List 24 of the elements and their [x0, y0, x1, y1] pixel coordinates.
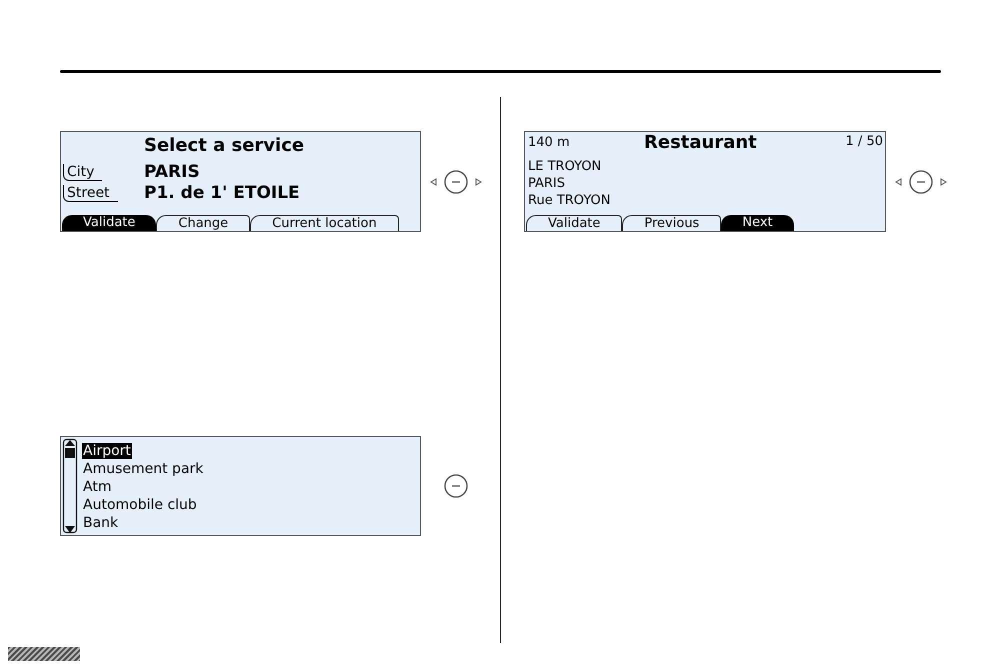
field-value: P1. de 1' ETOILE	[144, 183, 300, 204]
address-line: PARIS	[528, 176, 566, 191]
striped-tab-icon	[8, 647, 80, 661]
address-line: Rue TROYON	[528, 193, 611, 208]
distance-text: 140 m	[528, 135, 570, 150]
softkey-tab[interactable]: Current location	[250, 215, 399, 231]
list-item[interactable]: Airport	[82, 443, 132, 459]
list-item[interactable]: Bank	[82, 515, 120, 531]
softkey-tab[interactable]: Change	[156, 215, 250, 231]
list-item[interactable]: Amusement park	[82, 461, 204, 477]
field-value: PARIS	[144, 162, 200, 183]
list-item[interactable]: Automobile club	[82, 497, 198, 513]
softkey-tab[interactable]: Validate	[526, 215, 622, 231]
softkey-tab[interactable]: Validate	[62, 215, 156, 231]
field-label: Street	[63, 185, 118, 202]
list-item[interactable]: Atm	[82, 479, 112, 495]
address-line: LE TROYON	[528, 159, 602, 174]
scroll-bar[interactable]	[62, 438, 78, 534]
result-counter: 1 / 50	[846, 133, 883, 150]
softkey-tab[interactable]: Next	[721, 215, 794, 231]
screen-title: Select a service	[144, 134, 306, 158]
field-label: City	[63, 164, 102, 181]
screen-title: Restaurant	[644, 133, 757, 153]
softkey-tab[interactable]: Previous	[622, 215, 722, 231]
